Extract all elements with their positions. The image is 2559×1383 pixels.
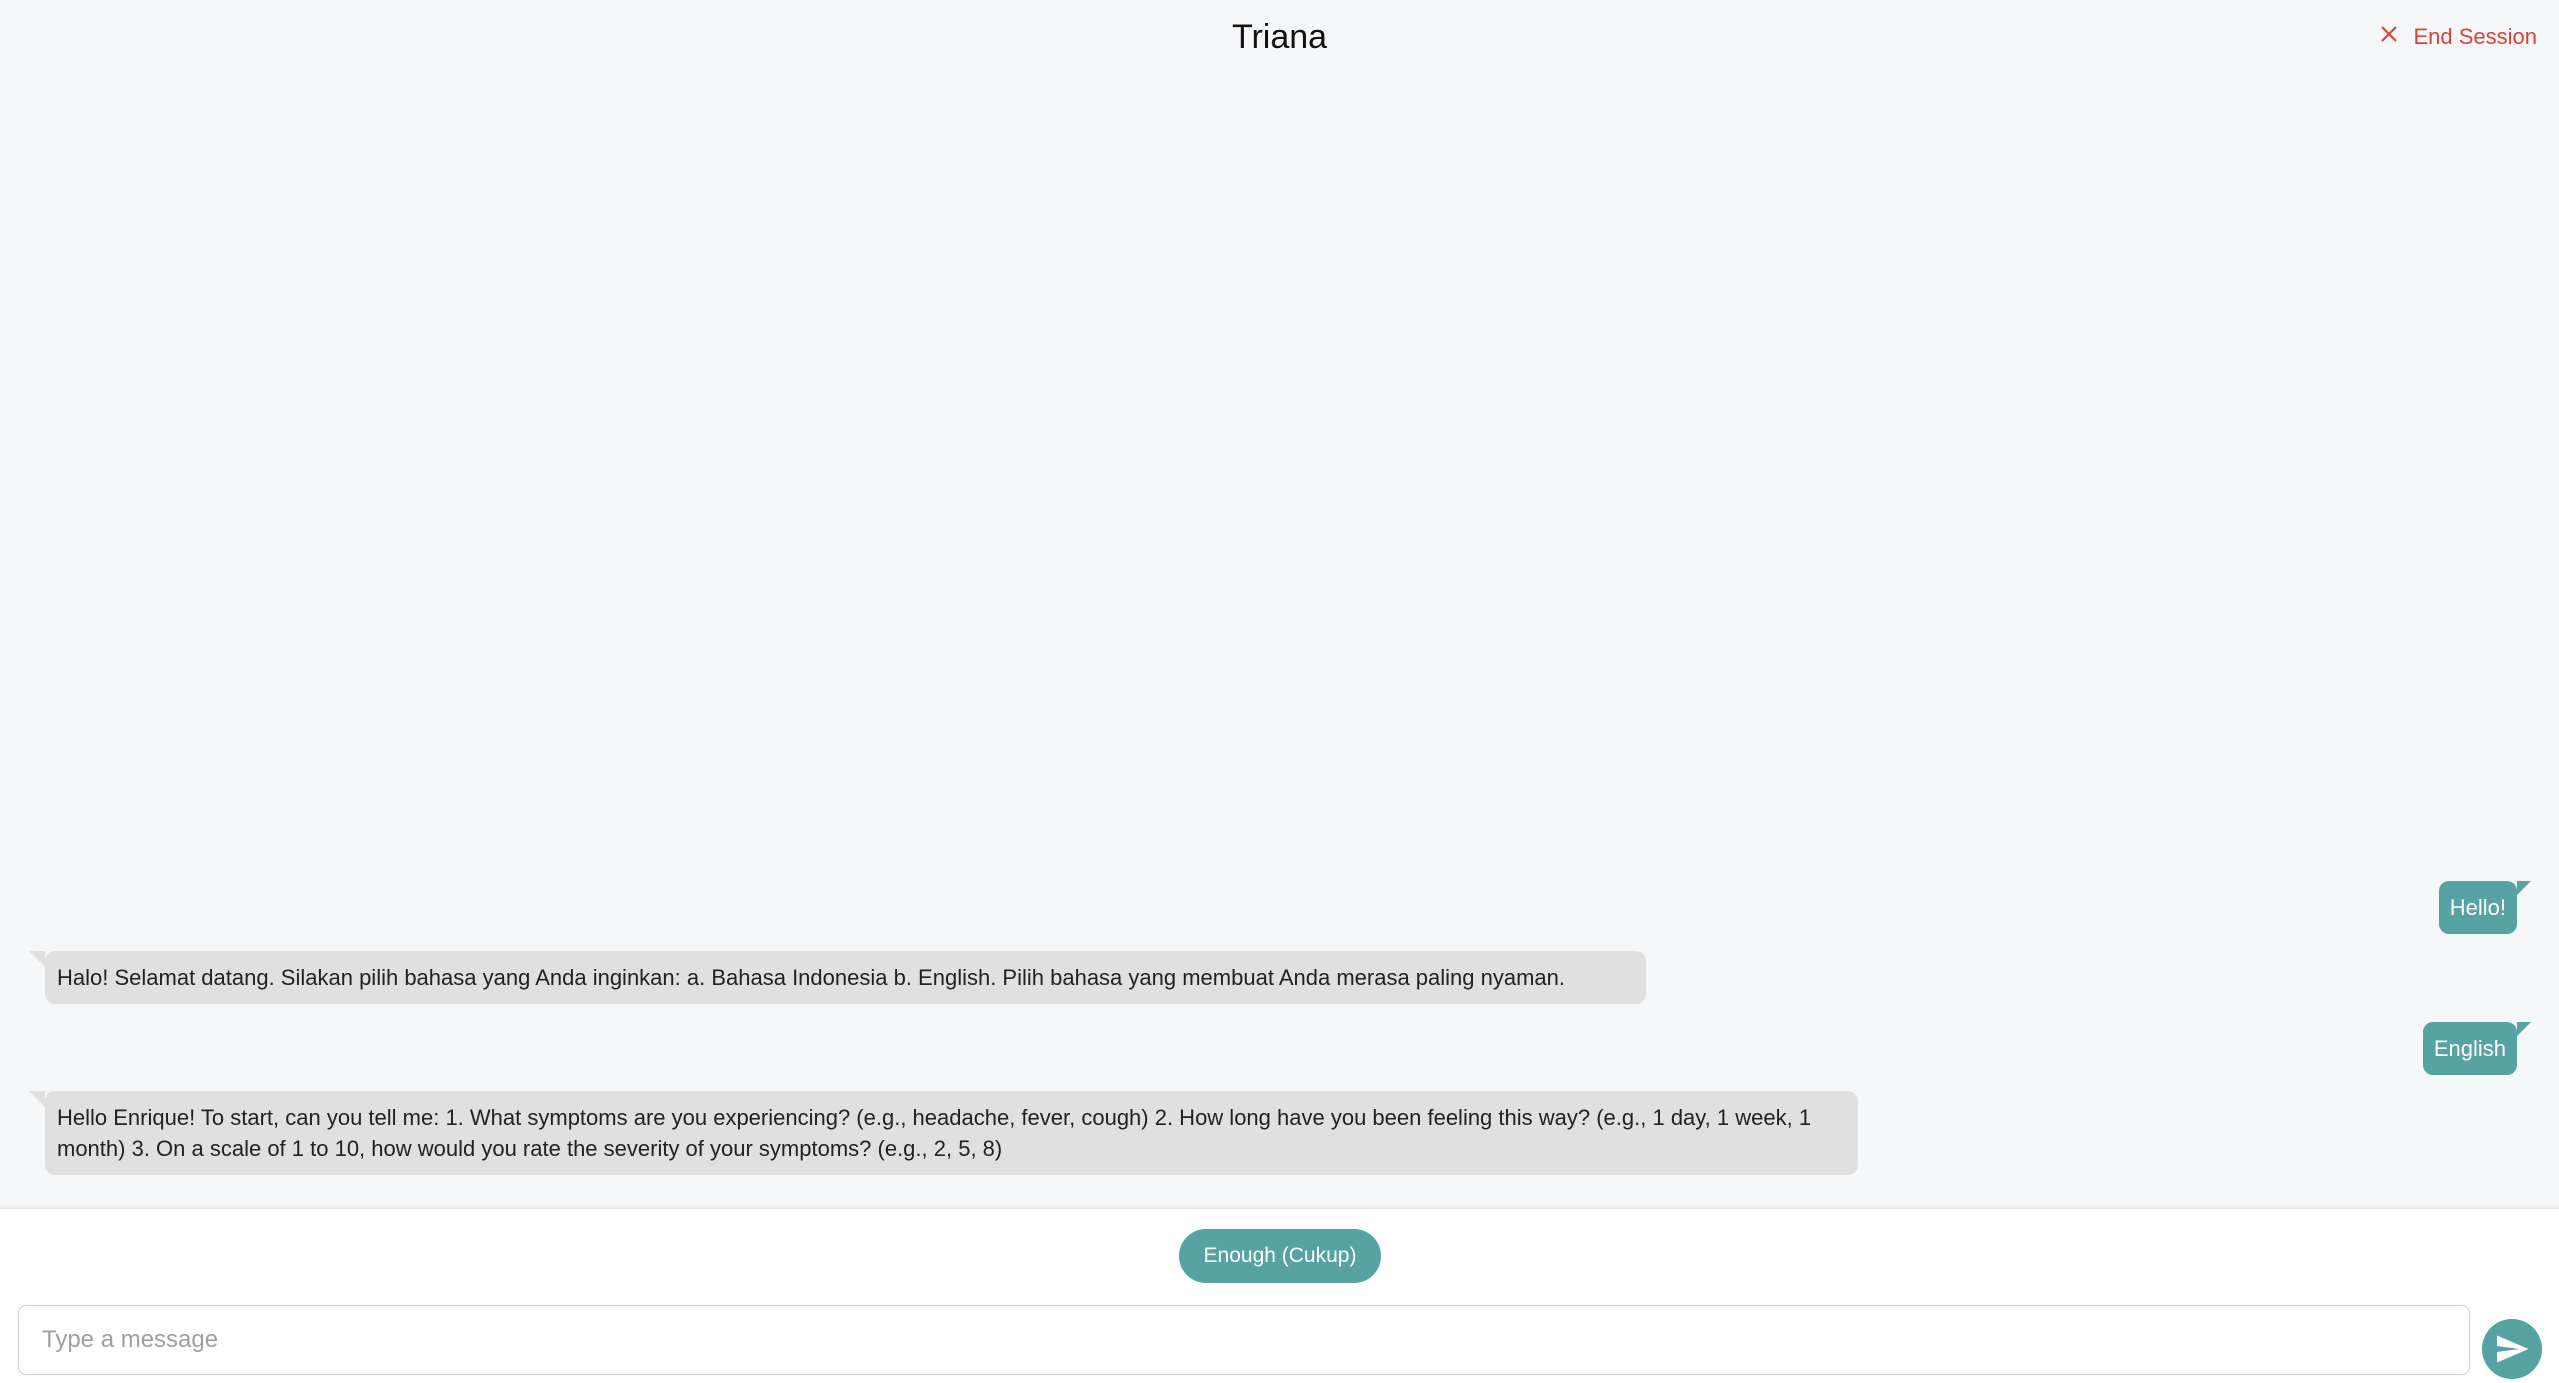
bot-message: Hello Enrique! To start, can you tell me… [29,1091,1858,1175]
message-input[interactable] [19,1306,2469,1374]
enough-quick-reply-button[interactable]: Enough (Cukup) [1179,1229,1381,1283]
message-input-container [18,1305,2470,1375]
close-icon [2379,24,2399,50]
end-session-button[interactable]: End Session [2379,24,2537,50]
page-title: Triana [1231,18,1328,56]
app-header: Triana End Session [0,0,2559,78]
send-icon [2494,1331,2530,1367]
send-button[interactable] [2482,1319,2542,1379]
chat-area[interactable]: Hello! Halo! Selamat datang. Silakan pil… [0,78,2559,1208]
user-message: English [2422,1022,2532,1075]
user-message: Hello! [2438,881,2532,934]
end-session-label: End Session [2413,24,2537,49]
bot-message: Halo! Selamat datang. Silakan pilih baha… [29,951,1646,1004]
composer-panel: Enough (Cukup) [0,1208,2559,1383]
